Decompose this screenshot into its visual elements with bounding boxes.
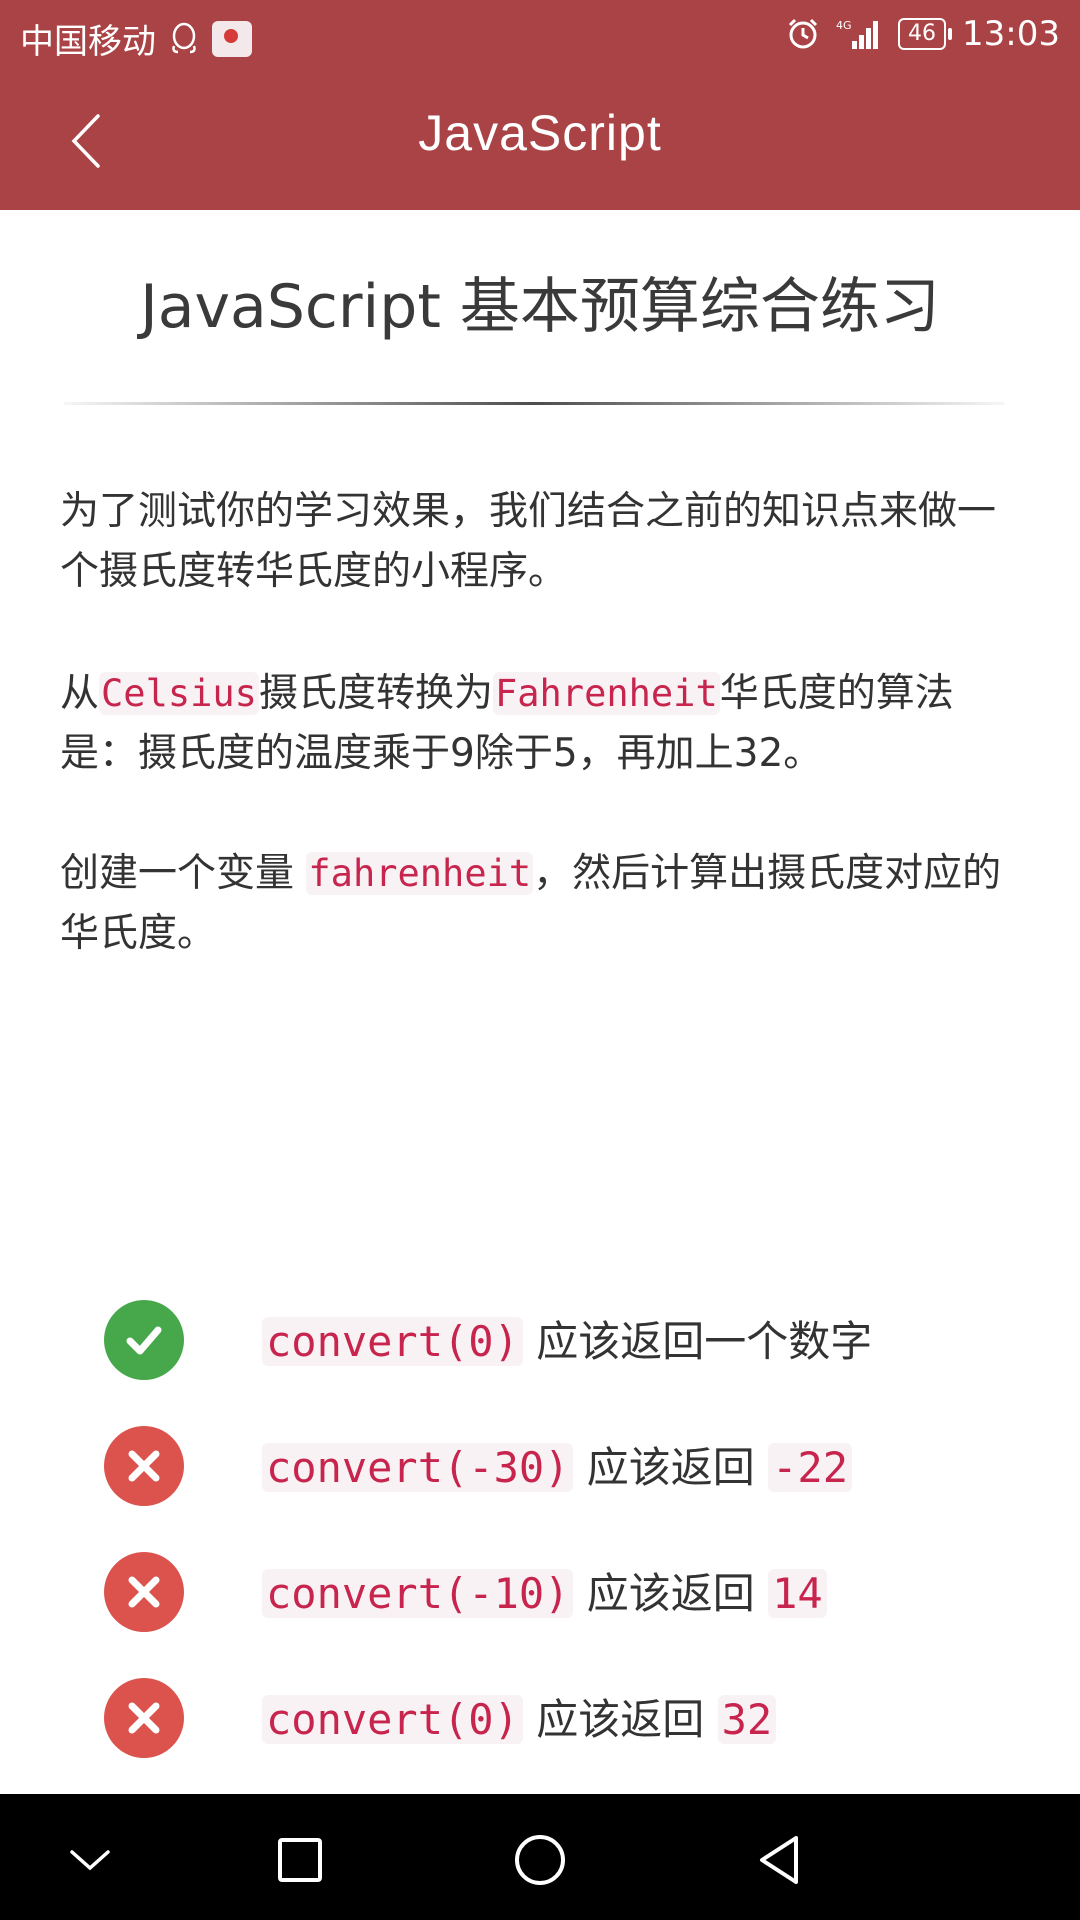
paragraph-text: 为了测试你的学习效果，我们结合之前的知识点来做一个摄氏度转华氏度的小程序。 (60, 489, 997, 594)
close-icon (104, 1552, 184, 1632)
inline-code: Celsius (99, 672, 259, 715)
status-bar-right: 4G 46 13:03 (786, 14, 1060, 54)
test-row: convert(0) 应该返回一个数字 (0, 1298, 1080, 1380)
signal-icon: 4G (836, 17, 882, 51)
navigation-bar (0, 1794, 1080, 1920)
test-label: 应该返回 (522, 1695, 718, 1744)
test-description: convert(0) 应该返回 32 (262, 1686, 777, 1747)
test-code: convert(0) (262, 1695, 523, 1744)
collapse-button[interactable] (60, 1830, 120, 1890)
description-paragraph-1: 为了测试你的学习效果，我们结合之前的知识点来做一个摄氏度转华氏度的小程序。 (60, 482, 1020, 602)
recents-button[interactable] (270, 1830, 330, 1890)
square-icon (278, 1838, 322, 1882)
check-icon (104, 1300, 184, 1380)
expected-value: 32 (717, 1695, 777, 1744)
inline-code: Fahrenheit (492, 672, 720, 715)
description-paragraph-3: 创建一个变量 fahrenheit，然后计算出摄氏度对应的华氏度。 (60, 844, 1020, 964)
status-bar-left: 中国移动 (20, 14, 252, 63)
status-bar: 中国移动 4G 46 13:03 (0, 0, 1080, 72)
triangle-back-icon (760, 1836, 798, 1884)
test-description: convert(-30) 应该返回 -22 (262, 1434, 852, 1495)
app-bar-title: JavaScript (418, 105, 662, 161)
paragraph-text: 摄氏度转换为 (258, 671, 493, 716)
expected-value: -22 (768, 1443, 852, 1492)
test-description: convert(-10) 应该返回 14 (262, 1560, 827, 1621)
clock: 13:03 (962, 14, 1060, 54)
carrier-label: 中国移动 (20, 22, 156, 62)
battery-level: 46 (908, 21, 937, 46)
paragraph-text: 从 (60, 671, 100, 716)
svg-text:4G: 4G (836, 19, 852, 32)
close-icon (104, 1426, 184, 1506)
test-label: 应该返回一个数字 (522, 1317, 873, 1366)
description-paragraph-2: 从Celsius摄氏度转换为Fahrenheit华氏度的算法是：摄氏度的温度乘于… (60, 664, 1020, 784)
test-code: convert(-10) (262, 1569, 574, 1618)
expected-value: 14 (768, 1569, 827, 1618)
test-description: convert(0) 应该返回一个数字 (262, 1308, 872, 1369)
test-label: 应该返回 (573, 1569, 769, 1618)
test-label: 应该返回 (573, 1443, 769, 1492)
qq-icon (170, 22, 198, 56)
close-icon (104, 1678, 184, 1758)
test-code: convert(-30) (262, 1443, 574, 1492)
back-nav-button[interactable] (750, 1830, 810, 1890)
test-code: convert(0) (262, 1317, 523, 1366)
test-row: convert(-30) 应该返回 -22 (0, 1424, 1080, 1506)
battery-icon: 46 (898, 18, 953, 50)
page-title: JavaScript 基本预算综合练习 (140, 272, 940, 342)
test-row: convert(-10) 应该返回 14 (0, 1550, 1080, 1632)
alarm-icon (786, 17, 820, 51)
app-icon (212, 20, 252, 57)
inline-code: fahrenheit (306, 852, 534, 895)
paragraph-text: 创建一个变量 (60, 851, 307, 896)
test-row: convert(0) 应该返回 32 (0, 1676, 1080, 1758)
divider (64, 402, 1004, 405)
chevron-down-icon (70, 1850, 110, 1871)
app-bar: JavaScript (0, 72, 1080, 210)
home-button[interactable] (510, 1830, 570, 1890)
circle-icon (515, 1835, 565, 1885)
